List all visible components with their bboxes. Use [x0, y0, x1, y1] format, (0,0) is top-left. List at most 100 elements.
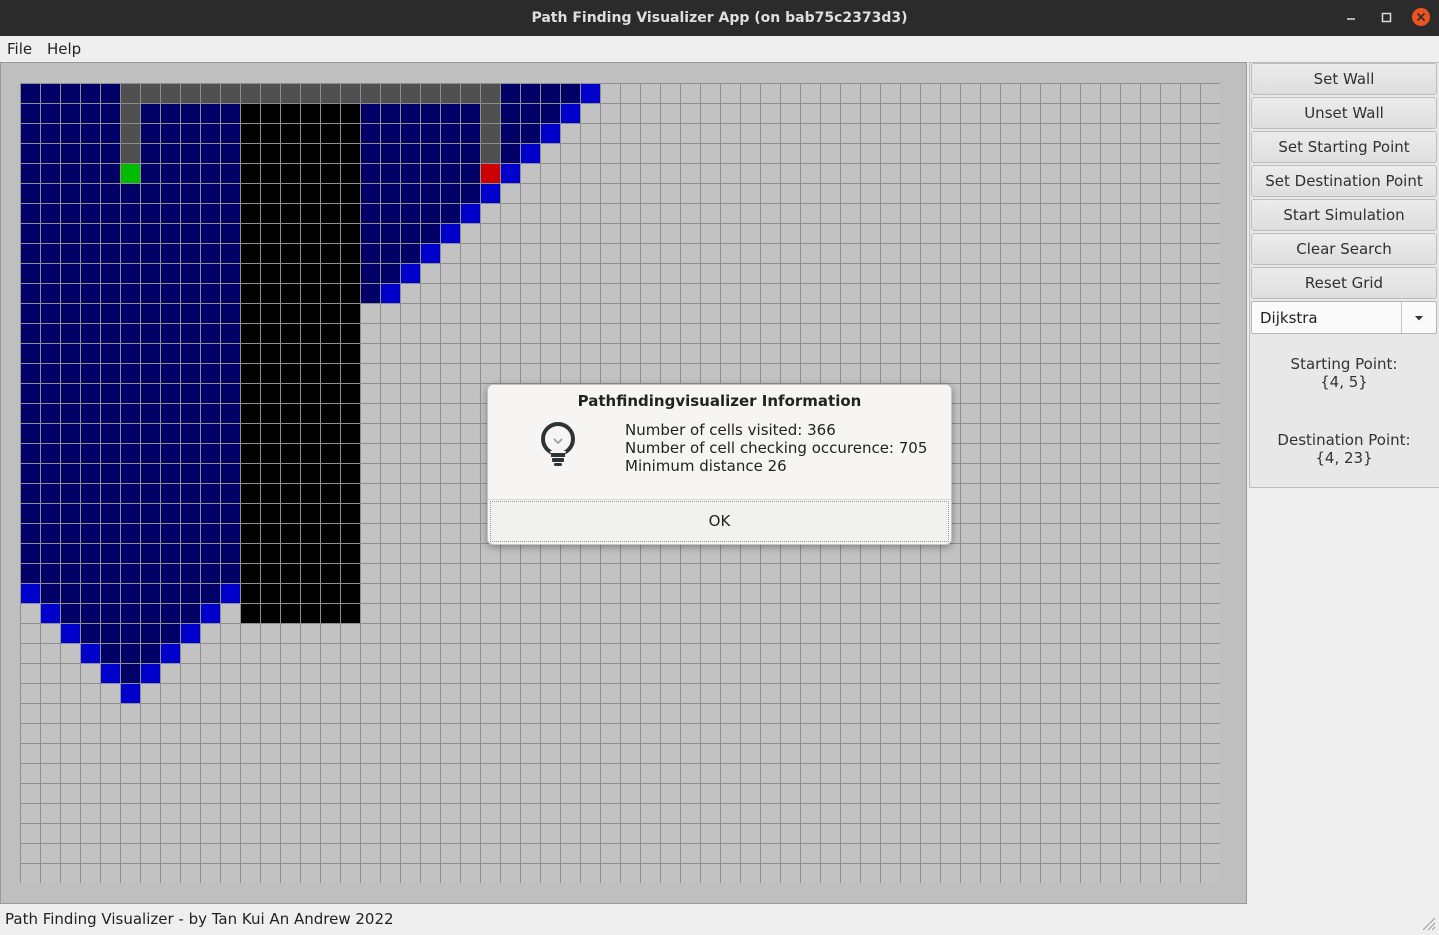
wall-cell[interactable] [281, 244, 300, 263]
visited-cell[interactable] [141, 484, 160, 503]
visited-cell[interactable] [401, 184, 420, 203]
path-cell[interactable] [341, 84, 360, 103]
visited-cell[interactable] [361, 184, 380, 203]
wall-cell[interactable] [301, 204, 320, 223]
visited-cell[interactable] [61, 344, 80, 363]
visited-cell[interactable] [161, 124, 180, 143]
visited-cell[interactable] [221, 544, 240, 563]
wall-cell[interactable] [341, 404, 360, 423]
visited-cell[interactable] [81, 144, 100, 163]
visited-cell[interactable] [161, 344, 180, 363]
wall-cell[interactable] [261, 544, 280, 563]
visited-cell[interactable] [181, 384, 200, 403]
visited-cell[interactable] [121, 544, 140, 563]
wall-cell[interactable] [281, 504, 300, 523]
close-icon[interactable] [1411, 8, 1431, 28]
wall-cell[interactable] [341, 504, 360, 523]
visited-cell[interactable] [41, 204, 60, 223]
visited-cell[interactable] [121, 304, 140, 323]
wall-cell[interactable] [321, 324, 340, 343]
visited-cell[interactable] [181, 324, 200, 343]
visited-cell[interactable] [201, 244, 220, 263]
visited-cell[interactable] [101, 484, 120, 503]
visited-cell[interactable] [101, 464, 120, 483]
visited-cell[interactable] [141, 124, 160, 143]
visited-cell[interactable] [221, 324, 240, 343]
visited-cell[interactable] [221, 184, 240, 203]
visited-cell[interactable] [441, 104, 460, 123]
frontier-cell[interactable] [221, 584, 240, 603]
visited-cell[interactable] [81, 264, 100, 283]
visited-cell[interactable] [501, 104, 520, 123]
visited-cell[interactable] [421, 184, 440, 203]
visited-cell[interactable] [101, 444, 120, 463]
visited-cell[interactable] [181, 264, 200, 283]
visited-cell[interactable] [221, 284, 240, 303]
wall-cell[interactable] [281, 544, 300, 563]
wall-cell[interactable] [301, 244, 320, 263]
visited-cell[interactable] [181, 444, 200, 463]
minimize-icon[interactable] [1342, 8, 1362, 28]
wall-cell[interactable] [281, 264, 300, 283]
frontier-cell[interactable] [121, 684, 140, 703]
visited-cell[interactable] [401, 224, 420, 243]
visited-cell[interactable] [21, 264, 40, 283]
visited-cell[interactable] [221, 224, 240, 243]
path-cell[interactable] [261, 84, 280, 103]
visited-cell[interactable] [201, 444, 220, 463]
visited-cell[interactable] [161, 584, 180, 603]
wall-cell[interactable] [261, 144, 280, 163]
wall-cell[interactable] [281, 524, 300, 543]
wall-cell[interactable] [341, 324, 360, 343]
visited-cell[interactable] [81, 184, 100, 203]
frontier-cell[interactable] [161, 644, 180, 663]
path-cell[interactable] [321, 84, 340, 103]
visited-cell[interactable] [141, 324, 160, 343]
visited-cell[interactable] [161, 224, 180, 243]
wall-cell[interactable] [241, 324, 260, 343]
menu-help[interactable]: Help [47, 40, 81, 58]
wall-cell[interactable] [321, 444, 340, 463]
visited-cell[interactable] [221, 244, 240, 263]
visited-cell[interactable] [421, 204, 440, 223]
visited-cell[interactable] [121, 504, 140, 523]
path-cell[interactable] [221, 84, 240, 103]
wall-cell[interactable] [321, 584, 340, 603]
frontier-cell[interactable] [561, 104, 580, 123]
visited-cell[interactable] [21, 184, 40, 203]
visited-cell[interactable] [21, 244, 40, 263]
visited-cell[interactable] [61, 364, 80, 383]
visited-cell[interactable] [21, 384, 40, 403]
wall-cell[interactable] [301, 524, 320, 543]
visited-cell[interactable] [41, 224, 60, 243]
frontier-cell[interactable] [61, 624, 80, 643]
visited-cell[interactable] [81, 164, 100, 183]
wall-cell[interactable] [241, 444, 260, 463]
wall-cell[interactable] [301, 104, 320, 123]
visited-cell[interactable] [181, 504, 200, 523]
destination-cell[interactable] [481, 164, 500, 183]
visited-cell[interactable] [101, 564, 120, 583]
visited-cell[interactable] [21, 324, 40, 343]
visited-cell[interactable] [201, 504, 220, 523]
wall-cell[interactable] [321, 604, 340, 623]
visited-cell[interactable] [401, 144, 420, 163]
visited-cell[interactable] [121, 624, 140, 643]
visited-cell[interactable] [41, 184, 60, 203]
visited-cell[interactable] [61, 84, 80, 103]
visited-cell[interactable] [81, 524, 100, 543]
visited-cell[interactable] [141, 624, 160, 643]
visited-cell[interactable] [61, 564, 80, 583]
visited-cell[interactable] [41, 344, 60, 363]
wall-cell[interactable] [261, 224, 280, 243]
wall-cell[interactable] [321, 264, 340, 283]
visited-cell[interactable] [41, 384, 60, 403]
wall-cell[interactable] [281, 364, 300, 383]
wall-cell[interactable] [261, 124, 280, 143]
visited-cell[interactable] [201, 164, 220, 183]
visited-cell[interactable] [101, 284, 120, 303]
wall-cell[interactable] [341, 224, 360, 243]
visited-cell[interactable] [41, 444, 60, 463]
wall-cell[interactable] [241, 304, 260, 323]
visited-cell[interactable] [101, 364, 120, 383]
